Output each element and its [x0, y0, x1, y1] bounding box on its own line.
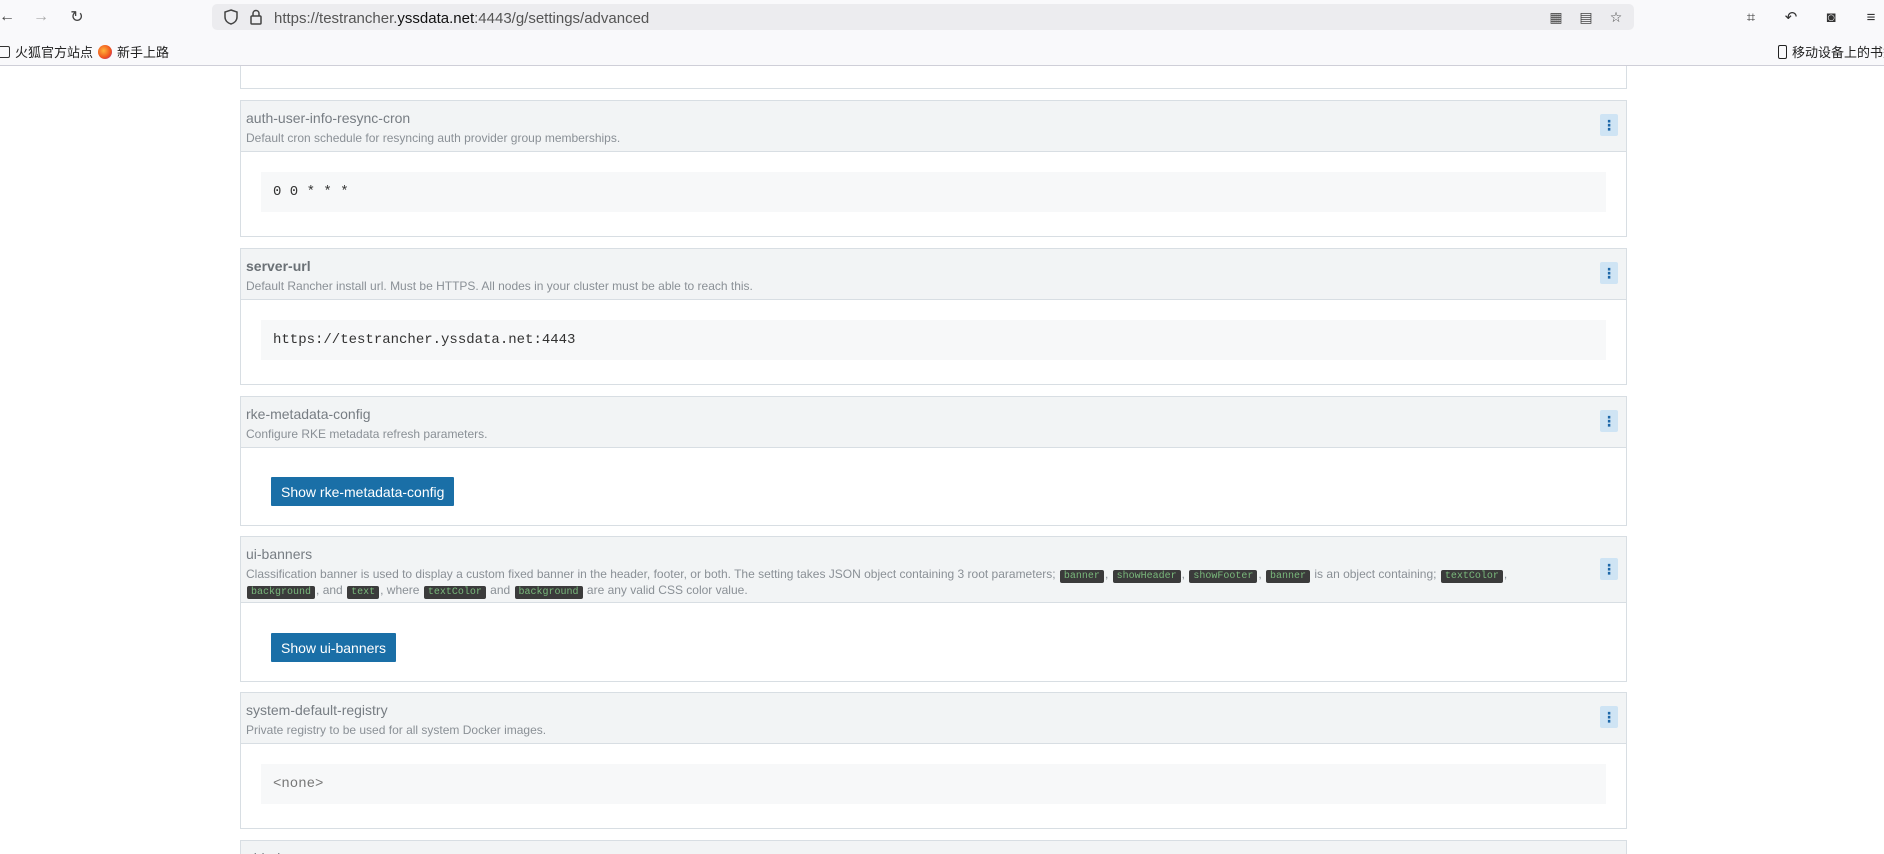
- setting-header: ui-banners Classification banner is used…: [241, 537, 1626, 603]
- folder-icon: [0, 45, 10, 58]
- desc-text: Classification banner is used to display…: [246, 567, 1056, 581]
- forward-icon[interactable]: →: [30, 6, 52, 28]
- setting-card-auth-user-info-resync-cron: auth-user-info-resync-cron Default cron …: [240, 100, 1627, 237]
- setting-header: server-url Default Rancher install url. …: [241, 249, 1626, 300]
- code-showFooter: showFooter: [1189, 570, 1258, 583]
- setting-value: <none>: [261, 764, 1606, 804]
- reload-icon[interactable]: ↻: [66, 6, 88, 28]
- reader-view-icon[interactable]: ▤: [1576, 7, 1596, 27]
- code-textColor: textColor: [423, 586, 486, 599]
- show-ui-banners-button[interactable]: Show ui-banners: [271, 633, 397, 662]
- show-rke-metadata-config-button[interactable]: Show rke-metadata-config: [271, 477, 455, 506]
- url-suffix: :4443/g/settings/advanced: [474, 10, 650, 27]
- setting-description: Default cron schedule for resyncing auth…: [246, 131, 621, 145]
- kebab-menu-icon[interactable]: ⋮: [1600, 706, 1618, 728]
- qr-code-icon[interactable]: ▦: [1546, 7, 1566, 27]
- code-background: background: [514, 586, 583, 599]
- setting-title: auth-user-info-resync-cron: [246, 110, 411, 126]
- bookmark-mobile[interactable]: 移动设备上的书签: [1778, 42, 1884, 61]
- kebab-menu-icon[interactable]: ⋮: [1600, 410, 1618, 432]
- setting-title: rke-metadata-config: [246, 406, 371, 422]
- bookmark-getting-started[interactable]: 新手上路: [98, 42, 169, 61]
- desc-text: where: [386, 583, 420, 597]
- undo-icon[interactable]: ↶: [1780, 6, 1802, 28]
- desc-text: are any valid CSS color value.: [586, 583, 748, 597]
- bookmark-star-icon[interactable]: ☆: [1606, 7, 1626, 27]
- desc-comma: ,: [1258, 567, 1262, 581]
- bookmark-firefox-official[interactable]: 火狐官方站点: [0, 42, 93, 61]
- desc-comma: ,: [316, 583, 320, 597]
- browser-toolbar: ← → ↻ https://testrancher.yssdata.net:44…: [0, 0, 1884, 34]
- kebab-menu-icon[interactable]: ⋮: [1600, 114, 1618, 136]
- url-prefix: https://testrancher.: [274, 10, 398, 27]
- code-banner: banner: [1266, 570, 1311, 583]
- code-text: text: [347, 586, 380, 599]
- mobile-device-icon: [1778, 44, 1787, 59]
- desc-comma: ,: [380, 583, 384, 597]
- setting-card-server-url: server-url Default Rancher install url. …: [240, 248, 1627, 385]
- desc-comma: ,: [1181, 567, 1185, 581]
- code-background: background: [247, 586, 316, 599]
- setting-header: auth-user-info-resync-cron Default cron …: [241, 101, 1626, 152]
- kebab-menu-icon[interactable]: ⋮: [1600, 558, 1618, 580]
- code-textColor: textColor: [1440, 570, 1503, 583]
- setting-description: Private registry to be used for all syst…: [246, 723, 547, 737]
- setting-title: ui-index: [246, 849, 1566, 854]
- setting-card-system-default-registry: system-default-registry Private registry…: [240, 692, 1627, 829]
- setting-description: Classification banner is used to display…: [246, 567, 1566, 599]
- desc-text: is an object containing;: [1314, 567, 1437, 581]
- bookmark-label: 新手上路: [117, 45, 170, 60]
- setting-title: server-url: [246, 258, 311, 274]
- menu-icon[interactable]: ≡: [1860, 6, 1882, 28]
- setting-value: 0 0 * * *: [261, 172, 1606, 212]
- setting-title: ui-banners: [246, 546, 313, 562]
- url-text[interactable]: https://testrancher.yssdata.net:4443/g/s…: [274, 10, 649, 27]
- setting-description: Default Rancher install url. Must be HTT…: [246, 279, 753, 293]
- setting-card-ui-index: ui-index ⋮: [240, 840, 1627, 854]
- setting-title: system-default-registry: [246, 702, 388, 718]
- bookmark-label: 火狐官方站点: [15, 45, 94, 60]
- tracking-protection-icon[interactable]: [222, 8, 240, 26]
- code-showHeader: showHeader: [1112, 570, 1181, 583]
- setting-card-rke-metadata-config: rke-metadata-config Configure RKE metada…: [240, 396, 1627, 526]
- setting-header: system-default-registry Private registry…: [241, 693, 1626, 744]
- setting-card-ui-banners: ui-banners Classification banner is used…: [240, 536, 1627, 682]
- code-banner: banner: [1059, 570, 1104, 583]
- bookmarks-bar: 火狐官方站点 新手上路 移动设备上的书签: [0, 34, 1884, 66]
- lock-icon[interactable]: [248, 8, 264, 26]
- kebab-menu-icon[interactable]: ⋮: [1600, 262, 1618, 284]
- setting-header: ui-index ⋮: [241, 841, 1626, 854]
- desc-comma: ,: [1104, 567, 1109, 581]
- url-domain: yssdata.net: [397, 10, 475, 27]
- setting-description: Configure RKE metadata refresh parameter…: [246, 427, 488, 441]
- screenshot-crop-icon[interactable]: ⌗: [1740, 6, 1762, 28]
- bookmark-label: 移动设备上的书签: [1792, 45, 1884, 60]
- setting-value: https://testrancher.yssdata.net:4443: [261, 320, 1606, 360]
- address-bar[interactable]: https://testrancher.yssdata.net:4443/g/s…: [212, 4, 1634, 30]
- desc-comma: ,: [1503, 567, 1508, 581]
- back-icon[interactable]: ←: [0, 6, 18, 28]
- setting-card-partial-top: [240, 66, 1627, 89]
- setting-header: rke-metadata-config Configure RKE metada…: [241, 397, 1626, 448]
- extension-icon[interactable]: ◙: [1820, 6, 1842, 28]
- firefox-icon: [98, 44, 112, 59]
- desc-text: and: [490, 583, 511, 597]
- desc-text: and: [322, 583, 343, 597]
- settings-page: auth-user-info-resync-cron Default cron …: [0, 66, 1884, 854]
